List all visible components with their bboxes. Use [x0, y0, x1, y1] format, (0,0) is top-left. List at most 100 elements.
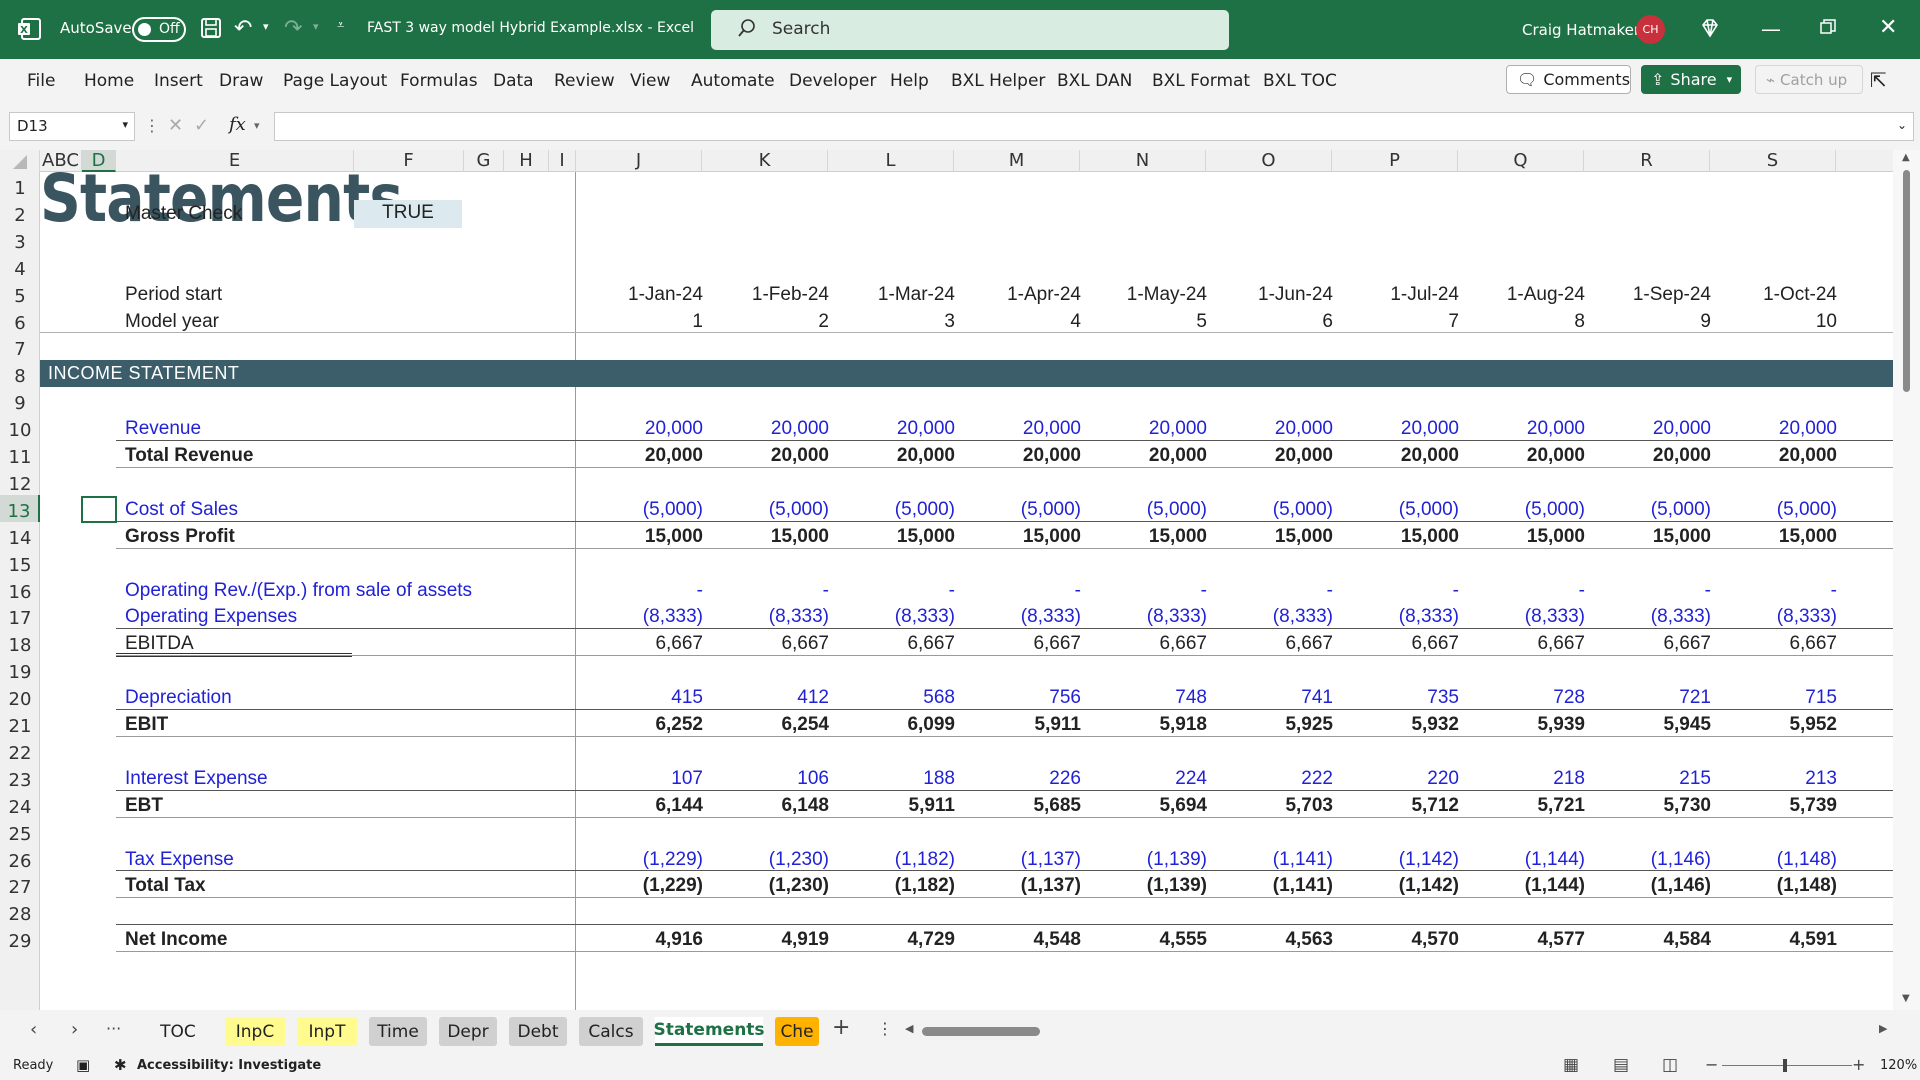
tab-draw[interactable]: Draw [219, 71, 263, 91]
row-header-24[interactable]: 24 [0, 791, 40, 818]
avatar[interactable]: CH [1636, 15, 1665, 44]
row-header-7[interactable]: 7 [0, 333, 40, 360]
horizontal-scroll-thumb[interactable] [922, 1027, 1040, 1036]
tab-formulas[interactable]: Formulas [400, 71, 478, 91]
tab-bxl-helper[interactable]: BXL Helper [951, 71, 1045, 91]
catch-up-button[interactable]: ⌁ Catch up [1755, 65, 1863, 94]
row-header-4[interactable]: 4 [0, 253, 40, 280]
column-header-i[interactable]: I [549, 150, 576, 172]
tab-review[interactable]: Review [554, 71, 615, 91]
row-header-22[interactable]: 22 [0, 737, 40, 764]
cancel-icon[interactable]: ✕ [168, 115, 183, 136]
row-header-29[interactable]: 29 [0, 925, 40, 952]
copilot-icon[interactable]: ⇱ [1870, 65, 1900, 94]
name-box[interactable]: D13 ▾ [9, 112, 135, 141]
column-header-n[interactable]: N [1080, 150, 1206, 172]
sheet-tab-depr[interactable]: Depr [439, 1017, 497, 1046]
diamond-icon[interactable] [1699, 17, 1721, 39]
row-header-2[interactable]: 2 [0, 199, 40, 226]
vertical-scroll-thumb[interactable] [1903, 170, 1910, 392]
tab-scroll-left-icon[interactable]: ‹ [30, 1019, 37, 1040]
expand-formula-icon[interactable]: ⌄ [1897, 118, 1907, 132]
scroll-up-icon[interactable]: ▲ [1902, 152, 1910, 163]
row-header-1[interactable]: 1 [0, 172, 40, 199]
column-header-p[interactable]: P [1332, 150, 1458, 172]
row-header-21[interactable]: 21 [0, 710, 40, 737]
row-header-13[interactable]: 13 [0, 494, 40, 522]
sheet-tab-debt[interactable]: Debt [509, 1017, 567, 1046]
column-header-e[interactable]: E [116, 150, 354, 172]
row-header-17[interactable]: 17 [0, 602, 40, 629]
sheet-tab-inpc[interactable]: InpC [225, 1017, 285, 1046]
select-all-corner[interactable] [0, 150, 40, 172]
row-header-11[interactable]: 11 [0, 441, 40, 468]
row-header-10[interactable]: 10 [0, 414, 40, 441]
accessibility-icon[interactable]: ✱ [114, 1056, 127, 1074]
formula-input[interactable]: ⌄ [274, 112, 1914, 141]
tab-scroll-right-icon[interactable]: › [71, 1019, 78, 1040]
zoom-slider-thumb[interactable] [1783, 1059, 1787, 1072]
normal-view-icon[interactable]: ▦ [1563, 1055, 1579, 1075]
row-header-3[interactable]: 3 [0, 226, 40, 253]
hscroll-right-icon[interactable]: ▶ [1879, 1022, 1887, 1035]
options-icon[interactable]: ⋮ [877, 1019, 893, 1038]
column-header-r[interactable]: R [1584, 150, 1710, 172]
tab-bxl-dan[interactable]: BXL DAN [1057, 71, 1132, 91]
row-header-12[interactable]: 12 [0, 468, 40, 495]
zoom-level[interactable]: 120% [1880, 1058, 1917, 1073]
row-header-14[interactable]: 14 [0, 522, 40, 549]
enter-icon[interactable]: ✓ [194, 115, 209, 136]
sheet-tab-inpt[interactable]: InpT [297, 1017, 357, 1046]
undo-icon[interactable]: ↶ [234, 16, 252, 41]
tab-file[interactable]: File [27, 71, 55, 91]
column-header-k[interactable]: K [702, 150, 828, 172]
tab-data[interactable]: Data [493, 71, 534, 91]
customize-toolbar-icon[interactable]: ⩡ [337, 18, 344, 33]
comments-button[interactable]: 🗨 Comments [1506, 65, 1631, 94]
column-header-l[interactable]: L [828, 150, 954, 172]
redo-dropdown-icon[interactable]: ▾ [313, 20, 319, 33]
row-header-15[interactable]: 15 [0, 549, 40, 576]
row-header-25[interactable]: 25 [0, 818, 40, 845]
tab-bxl-toc[interactable]: BXL TOC [1263, 71, 1337, 91]
hscroll-left-icon[interactable]: ◀ [905, 1022, 913, 1035]
tab-automate[interactable]: Automate [691, 71, 775, 91]
column-header-g[interactable]: G [464, 150, 504, 172]
page-layout-view-icon[interactable]: ▤ [1613, 1055, 1629, 1075]
sheet-tab-statements[interactable]: Statements [653, 1017, 765, 1046]
column-header-j[interactable]: J [576, 150, 702, 172]
column-header-m[interactable]: M [954, 150, 1080, 172]
undo-dropdown-icon[interactable]: ▾ [263, 20, 269, 33]
macro-record-icon[interactable]: ▣ [76, 1056, 90, 1074]
scroll-down-icon[interactable]: ▼ [1902, 993, 1910, 1004]
vertical-scrollbar[interactable]: ▲ ▼ [1893, 150, 1920, 1010]
add-sheet-icon[interactable]: + [832, 1015, 850, 1040]
column-header-d[interactable]: D [82, 150, 116, 172]
column-header-abc[interactable]: ABC [40, 150, 82, 172]
sheet-tab-toc[interactable]: TOC [143, 1017, 213, 1046]
row-header-16[interactable]: 16 [0, 576, 40, 603]
sheet-grid[interactable]: Statements Master Check TRUE Period start Mo… [40, 172, 1893, 1010]
share-button[interactable]: ⇪ Share ▾ [1641, 65, 1741, 94]
row-header-5[interactable]: 5 [0, 280, 40, 307]
zoom-in-icon[interactable]: + [1852, 1055, 1865, 1074]
row-header-26[interactable]: 26 [0, 845, 40, 872]
column-header-h[interactable]: H [504, 150, 549, 172]
row-header-18[interactable]: 18 [0, 629, 40, 656]
row-header-6[interactable]: 6 [0, 307, 40, 334]
page-break-view-icon[interactable]: ◫ [1662, 1055, 1678, 1075]
sheet-tab-calcs[interactable]: Calcs [579, 1017, 643, 1046]
zoom-out-icon[interactable]: − [1705, 1055, 1718, 1074]
zoom-slider[interactable] [1722, 1065, 1852, 1066]
tab-home[interactable]: Home [84, 71, 134, 91]
row-header-20[interactable]: 20 [0, 683, 40, 710]
more-tabs-icon[interactable]: ··· [793, 1019, 808, 1038]
column-header-s[interactable]: S [1710, 150, 1836, 172]
row-header-19[interactable]: 19 [0, 656, 40, 683]
row-header-8[interactable]: 8 [0, 360, 40, 387]
tab-help[interactable]: Help [890, 71, 929, 91]
selected-cell-d13[interactable] [81, 495, 117, 523]
row-header-28[interactable]: 28 [0, 898, 40, 925]
tab-view[interactable]: View [630, 71, 670, 91]
search-box[interactable]: Search [711, 10, 1229, 50]
